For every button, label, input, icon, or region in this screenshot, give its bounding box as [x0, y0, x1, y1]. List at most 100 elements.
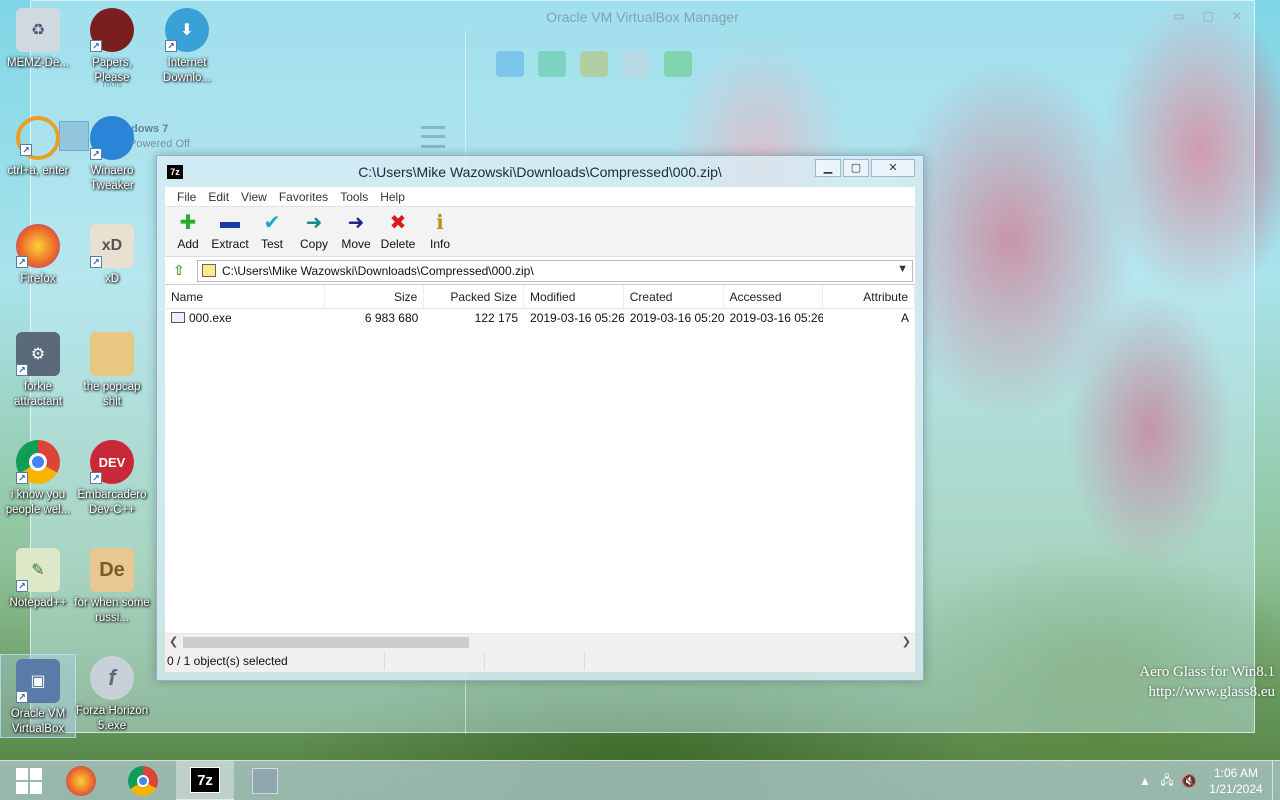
plus-icon: ✚: [179, 211, 197, 234]
add-button[interactable]: ✚ Add: [167, 207, 209, 256]
recycle-icon: ♻: [16, 8, 60, 52]
desktop-icon-firefox[interactable]: ↗ Firefox: [0, 224, 76, 287]
system-tray: ▲ 🖧 🔇 1:06 AM 1/21/2024: [1134, 761, 1280, 800]
file-list-header: Name Size Packed Size Modified Created A…: [165, 285, 915, 309]
devcpp-icon: DEV ↗: [90, 440, 134, 484]
desktop-icon-forkie[interactable]: ⚙ ↗ forkie attractant: [0, 332, 76, 410]
desktop-icon-notepadpp[interactable]: ✎ ↗ Notepad++: [0, 548, 76, 611]
move-arrow-icon: ➜: [347, 211, 365, 234]
menu-favorites[interactable]: Favorites: [273, 190, 334, 204]
column-header-modified[interactable]: Modified: [524, 285, 624, 309]
start-arrow-icon[interactable]: [664, 51, 692, 77]
taskbar-virtualbox[interactable]: [236, 761, 294, 800]
settings-gear-icon[interactable]: [580, 51, 608, 77]
column-header-name[interactable]: Name: [165, 285, 325, 309]
desktop-icon-papers-please[interactable]: ↗ Papers, Please: [74, 8, 150, 86]
7zip-titlebar[interactable]: 7z C:\Users\Mike Wazowski\Downloads\Comp…: [157, 156, 923, 186]
chevron-up-icon[interactable]: ▲: [1134, 774, 1156, 788]
discard-icon[interactable]: [622, 51, 650, 77]
maximize-icon[interactable]: ▢: [1203, 9, 1214, 23]
copy-button[interactable]: ➜ Copy: [293, 207, 335, 256]
close-icon[interactable]: ✕: [1232, 9, 1242, 23]
column-header-size[interactable]: Size: [325, 285, 425, 309]
menu-help[interactable]: Help: [374, 190, 411, 204]
extract-button[interactable]: ▬ Extract: [209, 207, 251, 256]
taskbar-firefox[interactable]: [52, 761, 110, 800]
show-desktop-button[interactable]: [1272, 761, 1280, 800]
scrollbar-thumb[interactable]: [183, 637, 469, 648]
scroll-left-icon[interactable]: ❮: [169, 635, 178, 648]
move-label: Move: [341, 237, 371, 251]
desktop-icon-chrome[interactable]: ↗ i know you people wel...: [0, 440, 76, 518]
taskbar-7zip[interactable]: 7z: [176, 761, 234, 800]
virtualbox-icon: [252, 768, 278, 794]
desktop-icon-internet-download[interactable]: ⬇ ↗ Internet Downlo...: [149, 8, 225, 86]
move-button[interactable]: ➜ Move: [335, 207, 377, 256]
archive-icon: [202, 264, 216, 277]
menu-view[interactable]: View: [235, 190, 273, 204]
file-list[interactable]: Name Size Packed Size Modified Created A…: [165, 285, 915, 650]
desktop-icon-popcap[interactable]: the popcap shit: [74, 332, 150, 410]
window-title: C:\Users\Mike Wazowski\Downloads\Compres…: [358, 164, 722, 180]
toolbar: ✚ Add ▬ Extract ✔ Test ➜ Copy ➜ Move ✖ D…: [165, 207, 915, 257]
extract-label: Extract: [211, 237, 249, 251]
desktop-icon-winaero[interactable]: ↗ Winaero Tweaker: [74, 116, 150, 194]
shortcut-arrow-icon: ↗: [16, 472, 28, 484]
folder-icon: [90, 332, 134, 376]
close-button[interactable]: ✕: [871, 159, 915, 177]
desktop-icon-forza[interactable]: f Forza Horizon 5.exe: [74, 656, 150, 734]
desktop-icon-label: Firefox: [20, 273, 56, 285]
minimize-button[interactable]: ▁: [815, 159, 841, 177]
desktop-icon-label: Embarcadero Dev-C++: [77, 489, 147, 516]
check-icon: ✔: [263, 211, 281, 234]
desktop-icon-label: i know you people wel...: [5, 489, 71, 516]
horizontal-scrollbar[interactable]: ❮ ❯: [165, 633, 915, 650]
desktop-icon-label: the popcap shit: [83, 381, 141, 408]
desktop-icon-virtualbox[interactable]: ▣ ↗ Oracle VM VirtualBox: [0, 654, 76, 738]
volume-muted-icon[interactable]: 🔇: [1178, 774, 1200, 788]
virtualbox-window-controls: ▭ ▢ ✕: [1173, 9, 1242, 23]
chrome-icon: [128, 766, 158, 796]
start-button[interactable]: [0, 761, 58, 800]
minimize-icon[interactable]: ▭: [1173, 9, 1184, 23]
desktop-icon-ctrl-a[interactable]: ↗ ctrl+a, enter: [0, 116, 76, 179]
chevron-down-icon[interactable]: ▼: [897, 263, 908, 275]
column-header-attribute[interactable]: Attribute: [823, 285, 915, 309]
desktop-icon-label: ctrl+a, enter: [7, 165, 69, 177]
delete-x-icon: ✖: [389, 211, 407, 234]
xd-icon: xD ↗: [90, 224, 134, 268]
7zip-window[interactable]: 7z C:\Users\Mike Wazowski\Downloads\Comp…: [156, 155, 924, 681]
column-header-accessed[interactable]: Accessed: [724, 285, 824, 309]
file-size: 6 983 680: [364, 311, 419, 325]
delete-button[interactable]: ✖ Delete: [377, 207, 419, 256]
test-button[interactable]: ✔ Test: [251, 207, 293, 256]
maximize-button[interactable]: ▢: [843, 159, 869, 177]
new-vm-icon[interactable]: [496, 51, 524, 77]
desktop-icon-russi[interactable]: De for when some russi...: [74, 548, 150, 626]
menu-tools[interactable]: Tools: [334, 190, 374, 204]
7zip-client-area: File Edit View Favorites Tools Help ✚ Ad…: [165, 187, 915, 672]
desktop-icon-xd[interactable]: xD ↗ xD: [74, 224, 150, 287]
table-row[interactable]: 000.exe 6 983 680 122 175 2019-03-16 05:…: [165, 309, 915, 327]
folder-up-button[interactable]: ⇧: [169, 261, 189, 281]
clock[interactable]: 1:06 AM 1/21/2024: [1200, 765, 1272, 797]
menu-file[interactable]: File: [171, 190, 202, 204]
info-icon: ℹ: [436, 211, 444, 234]
hamburger-menu-icon[interactable]: [421, 126, 445, 148]
add-vm-icon[interactable]: [538, 51, 566, 77]
column-header-packed-size[interactable]: Packed Size: [424, 285, 525, 309]
desktop-icon-label: xD: [104, 273, 120, 285]
info-button[interactable]: ℹ Info: [419, 207, 461, 256]
column-header-created[interactable]: Created: [624, 285, 724, 309]
menu-edit[interactable]: Edit: [202, 190, 235, 204]
address-field[interactable]: C:\Users\Mike Wazowski\Downloads\Compres…: [197, 259, 913, 282]
file-modified: 2019-03-16 05:26: [530, 311, 624, 325]
firefox-icon: ↗: [16, 224, 60, 268]
desktop-icon-memz[interactable]: ♻ MEMZ-De...: [0, 8, 76, 71]
scroll-right-icon[interactable]: ❯: [902, 635, 911, 648]
flash-icon: f: [90, 656, 134, 700]
network-icon[interactable]: 🖧: [1156, 771, 1178, 792]
shortcut-arrow-icon: ↗: [90, 148, 102, 160]
desktop-icon-devcpp[interactable]: DEV ↗ Embarcadero Dev-C++: [74, 440, 150, 518]
taskbar-chrome[interactable]: [114, 761, 172, 800]
